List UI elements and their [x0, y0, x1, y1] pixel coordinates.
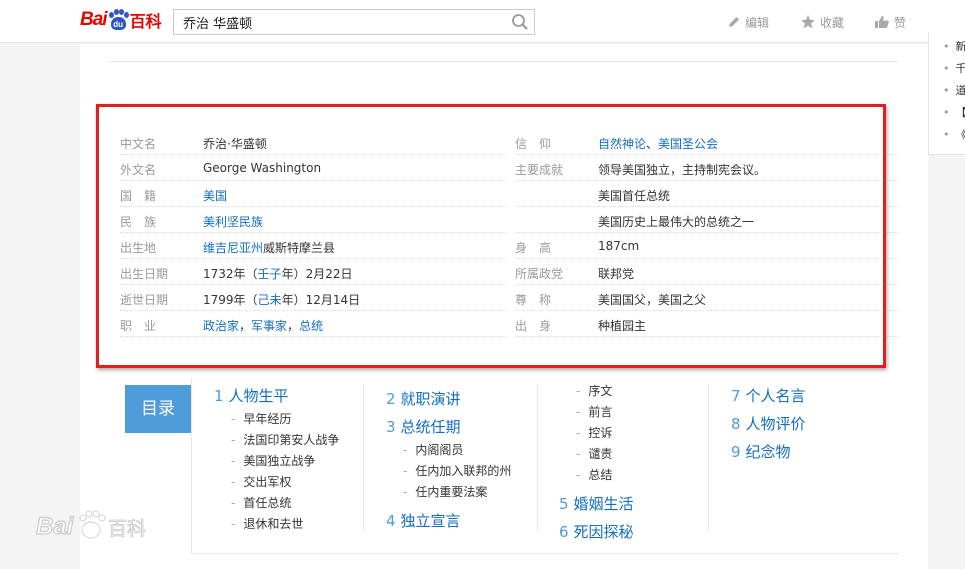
thumbs-up-icon: [875, 16, 889, 28]
side-item[interactable]: 【: [943, 104, 965, 120]
catalog-subsection[interactable]: 美国独立战争: [231, 452, 315, 469]
right-side-panel: 新 千 道 【 《: [928, 33, 965, 155]
side-item[interactable]: 《: [943, 126, 965, 142]
watermark-logo: Bai 百科: [36, 510, 147, 541]
edit-label: 编辑: [745, 15, 770, 30]
edit-icon: [729, 17, 739, 27]
catalog-subsection[interactable]: 早年经历: [231, 410, 291, 427]
side-item[interactable]: 千: [943, 60, 965, 76]
catalog-subsection[interactable]: 任内加入联邦的州: [403, 462, 511, 479]
watermark-text: 百科: [108, 518, 146, 540]
catalog-subsection[interactable]: 退休和去世: [231, 515, 303, 532]
column-divider: [537, 384, 538, 532]
favorite-button[interactable]: 收藏: [800, 13, 844, 31]
search-input[interactable]: [174, 10, 494, 34]
catalog-subsection[interactable]: 总结: [576, 466, 612, 483]
catalog-section-4[interactable]: 4 独立宣言: [386, 510, 461, 531]
catalog-button[interactable]: 目录: [125, 385, 191, 433]
like-label: 赞: [894, 15, 907, 30]
logo-bai-text: Bai: [80, 9, 108, 30]
catalog-subsection[interactable]: 内阁阁员: [403, 441, 463, 458]
catalog-subsection[interactable]: 任内重要法案: [403, 483, 487, 500]
catalog-section-1[interactable]: 1 人物生平: [214, 385, 289, 406]
search-icon[interactable]: [511, 13, 529, 31]
paw-icon: du: [108, 9, 129, 31]
catalog-section-7[interactable]: 7 个人名言: [731, 385, 806, 406]
catalog-section-9[interactable]: 9 纪念物: [731, 441, 791, 462]
catalog-subsection[interactable]: 谴责: [576, 445, 612, 462]
catalog-subsection[interactable]: 控诉: [576, 424, 612, 441]
top-bar: Bai du 百科 编辑 收藏 赞: [0, 0, 965, 43]
column-divider: [363, 384, 364, 532]
svg-text:Bai: Bai: [36, 513, 75, 540]
star-icon: [801, 15, 815, 29]
catalog-section-6[interactable]: 6 死因探秘: [559, 521, 634, 542]
logo-baike-text: 百科: [129, 12, 162, 31]
catalog-subsection[interactable]: 首任总统: [231, 494, 291, 511]
catalog-section-3[interactable]: 3 总统任期: [386, 416, 461, 437]
catalog-subsection[interactable]: 序文: [576, 382, 612, 399]
logo-du-text: du: [110, 17, 126, 30]
highlight-box: [96, 104, 886, 368]
catalog-subsection[interactable]: 前言: [576, 403, 612, 420]
search-box[interactable]: [173, 9, 535, 35]
baidu-baike-logo[interactable]: Bai du 百科: [80, 5, 162, 35]
edit-button[interactable]: 编辑: [727, 13, 769, 31]
side-item[interactable]: 新: [943, 38, 965, 54]
side-item[interactable]: 道: [943, 82, 965, 98]
catalog-left-border: [191, 378, 192, 554]
catalog-section-2[interactable]: 2 就职演讲: [386, 388, 461, 409]
catalog-subsection[interactable]: 交出军权: [231, 473, 291, 490]
catalog-subsection[interactable]: 法国印第安人战争: [231, 431, 339, 448]
column-divider: [708, 384, 709, 532]
catalog-section-5[interactable]: 5 婚姻生活: [559, 493, 634, 514]
divider: [108, 61, 898, 62]
catalog-section-8[interactable]: 8 人物评价: [731, 413, 806, 434]
like-button[interactable]: 赞: [874, 13, 906, 31]
favorite-label: 收藏: [820, 15, 845, 30]
catalog-bottom-border: [191, 553, 898, 554]
